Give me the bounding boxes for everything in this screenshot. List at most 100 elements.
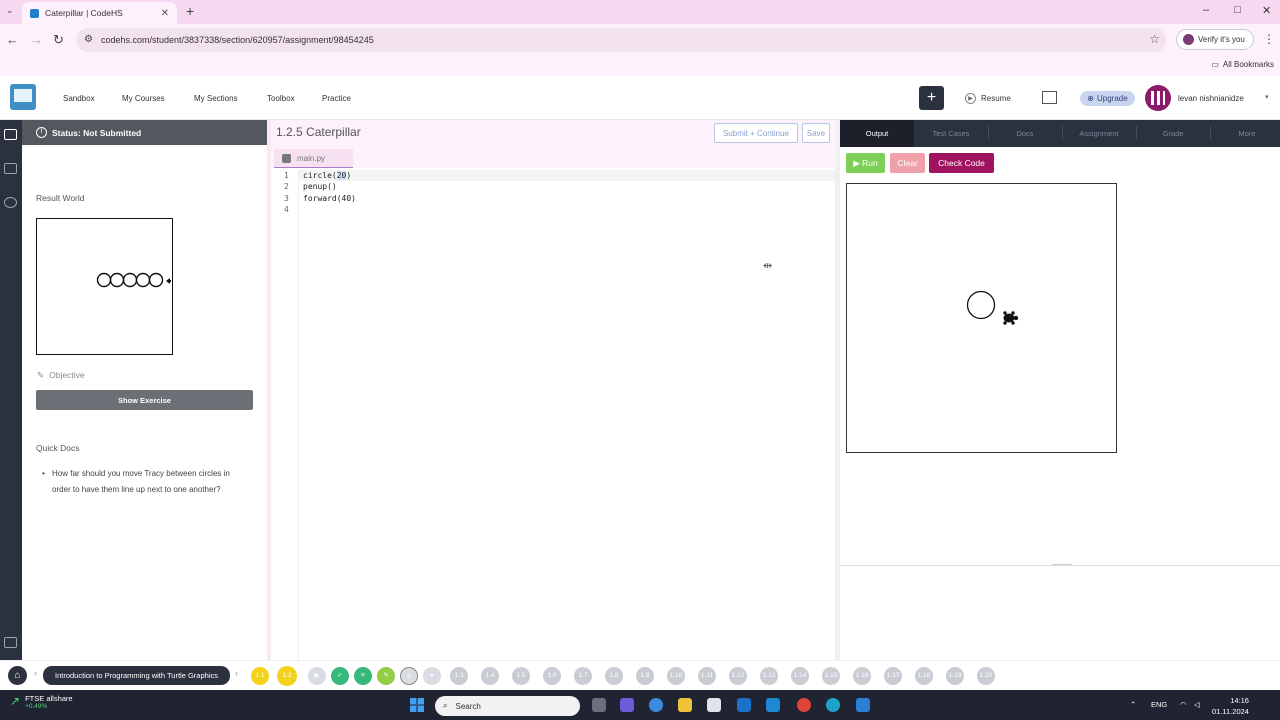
nav-toolbox[interactable]: Toolbox [267,94,295,103]
lesson-1-6[interactable]: 1.6 [543,667,561,685]
code-line-2[interactable]: penup() [303,182,337,191]
user-menu-chevron-icon[interactable]: ▾ [1265,93,1269,101]
current-exercise-icon[interactable]: ✎ [400,667,418,685]
clear-button[interactable]: Clear [890,153,925,173]
tray-chevron-icon[interactable]: ⌃ [1130,700,1136,709]
volume-icon[interactable]: ◁ [1194,700,1200,709]
taskbar-search[interactable]: ⌕ Search [435,696,580,716]
outlook-icon[interactable] [737,698,751,712]
remote-desktop-icon[interactable] [856,698,870,712]
tab-title: Caterpillar | CodeHS [45,8,123,18]
calendar-icon[interactable] [1042,91,1057,104]
bookmark-star-icon[interactable]: ☆ [1149,32,1160,46]
exercise-title: 1.2.5 Caterpillar [276,125,361,139]
url-bar[interactable]: ⚙ codehs.com/student/3837338/section/620… [76,28,1166,52]
save-button[interactable]: Save [802,123,830,143]
new-tab-icon[interactable]: + [186,3,194,19]
lesson-1-15[interactable]: 1.15 [822,667,840,685]
upgrade-icon: ⊕ [1087,94,1094,103]
code-line-3[interactable]: forward(40) [303,194,356,203]
lesson-1-8[interactable]: 1.8 [605,667,623,685]
lesson-1-3[interactable]: 1.3 [450,667,468,685]
quiz-check-icon[interactable]: ✓ [331,667,349,685]
run-button[interactable]: ▶ Run [846,153,885,173]
show-exercise-button[interactable]: Show Exercise [36,390,253,410]
lesson-1-17[interactable]: 1.17 [884,667,902,685]
course-name-pill[interactable]: Introduction to Programming with Turtle … [43,666,230,685]
app-icon[interactable] [766,698,780,712]
lesson-1-9[interactable]: 1.9 [636,667,654,685]
upgrade-button[interactable]: ⊕ Upgrade [1080,91,1135,106]
minimize-icon[interactable]: – [1203,4,1209,16]
objective-toggle[interactable]: ✎ Objective [37,370,85,381]
submit-continue-button[interactable]: Submit + Continue [714,123,798,143]
tab-output[interactable]: Output [840,120,914,147]
lesson-1-11[interactable]: 1.11 [698,667,716,685]
all-bookmarks[interactable]: ▭ All Bookmarks [1211,60,1274,69]
settings-gear-icon[interactable] [4,197,17,208]
teams-icon[interactable] [620,698,634,712]
notes-icon[interactable]: ≡ [354,667,372,685]
store-icon[interactable] [707,698,721,712]
video-lesson-icon[interactable]: ▶ [308,667,326,685]
task-view-icon[interactable] [592,698,606,712]
taskbar-clock[interactable]: 14:16 01.11.2024 [1212,695,1249,717]
map-icon[interactable] [4,129,17,140]
lesson-1-2[interactable]: 1.2 [277,666,297,686]
site-info-icon[interactable]: ⚙ [84,34,93,45]
nav-sandbox[interactable]: Sandbox [63,94,95,103]
file-explorer-icon[interactable] [678,698,692,712]
tab-grade[interactable]: Grade [1136,120,1210,147]
lesson-1-18[interactable]: 1.18 [915,667,933,685]
tab-assignment[interactable]: Assignment [1062,120,1136,147]
file-tab-main-py[interactable]: main.py [274,149,353,169]
nav-my-sections[interactable]: My Sections [194,94,238,103]
edge-icon[interactable] [826,698,840,712]
language-indicator[interactable]: ENG [1151,700,1167,709]
maximize-icon[interactable]: □ [1234,4,1241,16]
resume-button[interactable]: ▶ Resume [965,93,1011,104]
close-window-icon[interactable]: ✕ [1262,4,1271,17]
exercise-done-icon[interactable]: ✎ [377,667,395,685]
tab-docs[interactable]: Docs [988,120,1062,147]
code-editor[interactable] [271,168,836,660]
assignments-icon[interactable] [4,163,17,174]
lesson-1-10[interactable]: 1.10 [667,667,685,685]
close-tab-icon[interactable]: ✕ [161,8,169,19]
stock-widget[interactable]: ↗ FTSE allshare +0.49% [10,694,73,710]
forward-icon[interactable]: → [30,32,43,47]
browser-menu-icon[interactable]: ⋮ [1263,32,1275,46]
avatar[interactable] [1145,85,1171,111]
lesson-1-7[interactable]: 1.7 [574,667,592,685]
lesson-1-4[interactable]: 1.4 [481,667,499,685]
lesson-1-1[interactable]: 1.1 [251,667,269,685]
lesson-1-14[interactable]: 1.14 [791,667,809,685]
tab-list-chevron-icon[interactable]: ⌄ [6,5,14,16]
check-code-button[interactable]: Check Code [929,153,994,173]
lesson-1-19[interactable]: 1.19 [946,667,964,685]
code-line-1[interactable]: circle(20) [303,171,351,180]
tab-test-cases[interactable]: Test Cases [914,120,988,147]
codehs-logo-icon[interactable] [10,84,36,110]
lesson-1-12[interactable]: 1.12 [729,667,747,685]
verify-button[interactable]: Verify it's you [1176,29,1254,50]
wifi-icon[interactable]: ◠ [1180,700,1187,709]
chrome-icon[interactable] [797,698,811,712]
lesson-1-5[interactable]: 1.5 [512,667,530,685]
browser-tab[interactable]: Caterpillar | CodeHS ✕ [22,2,177,24]
back-icon[interactable]: ← [6,32,19,47]
layout-icon[interactable] [4,637,17,648]
lesson-1-13[interactable]: 1.13 [760,667,778,685]
create-plus-button[interactable]: + [919,86,944,110]
lesson-1-20[interactable]: 1.20 [977,667,995,685]
nav-practice[interactable]: Practice [322,94,351,103]
home-icon[interactable]: ⌂ [8,666,27,685]
locked-item-icon[interactable]: ● [423,667,441,685]
tab-more[interactable]: More [1210,120,1280,147]
lesson-1-16[interactable]: 1.16 [853,667,871,685]
copilot-icon[interactable] [649,698,663,712]
reload-icon[interactable]: ↻ [53,32,64,48]
line-number: 4 [284,205,289,214]
username[interactable]: levan nishnianidze [1178,94,1244,103]
nav-my-courses[interactable]: My Courses [122,94,165,103]
